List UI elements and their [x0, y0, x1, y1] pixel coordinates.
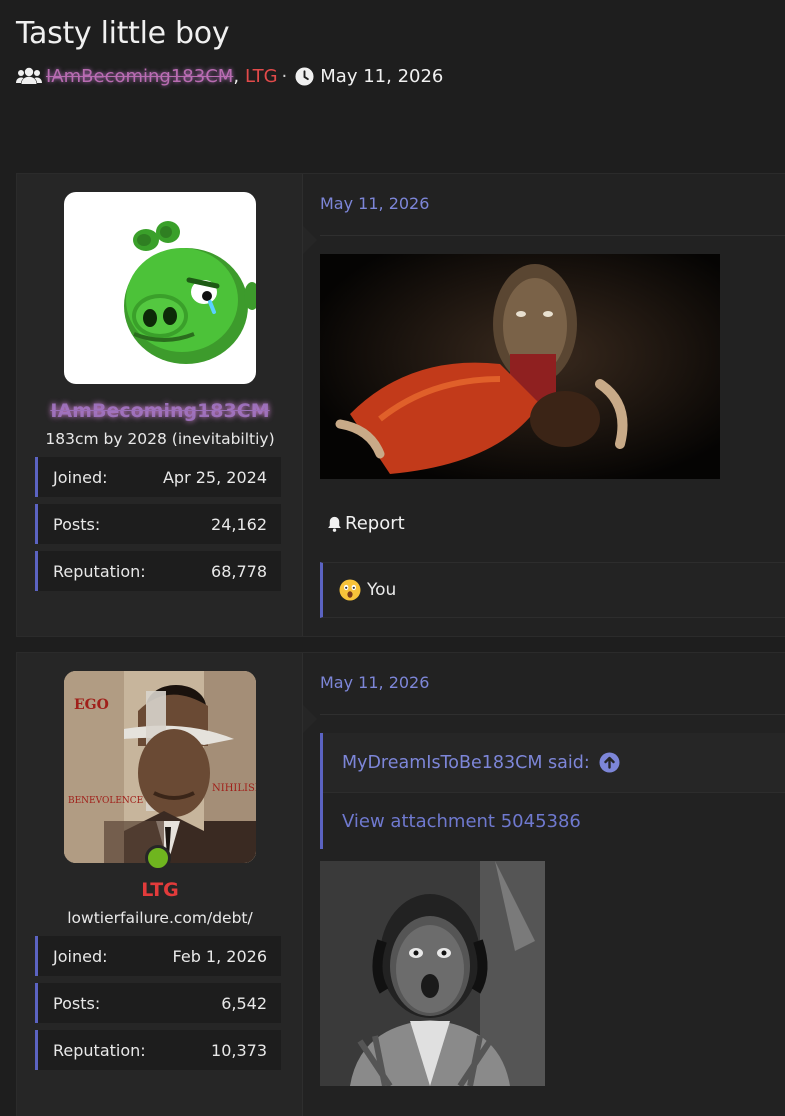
quote-block: MyDreamIsToBe183CM said: View attachment… [320, 733, 785, 849]
arrow-up-circle-icon[interactable] [599, 752, 620, 773]
avatar[interactable] [64, 192, 256, 384]
post-user-panel: EGO NIHILISM BENEVOLENCE LTG lowtierfail… [17, 653, 303, 1116]
quote-author[interactable]: MyDreamIsToBe183CM said: [342, 753, 590, 773]
bell-icon [328, 516, 341, 532]
svg-text:EGO: EGO [74, 697, 109, 713]
stat-joined: Joined: Apr 25, 2024 [35, 457, 281, 497]
stat-value[interactable]: 6,542 [221, 994, 267, 1013]
thread-author-link[interactable]: LTG [245, 66, 278, 87]
post-date-link[interactable]: May 11, 2026 [320, 673, 429, 692]
user-title: 183cm by 2028 (inevitabiltiy) [45, 430, 275, 448]
quote-body: View attachment 5045386 [323, 792, 785, 849]
online-status-indicator [145, 845, 171, 871]
stat-reputation: Reputation: 10,373 [35, 1030, 281, 1070]
svg-text:BENEVOLENCE: BENEVOLENCE [68, 796, 143, 806]
stat-value: Apr 25, 2024 [162, 467, 267, 487]
post-arrow [303, 705, 317, 733]
divider [320, 235, 785, 236]
stat-label: Reputation: [53, 1040, 146, 1060]
stat-value[interactable]: 24,162 [211, 515, 267, 534]
stat-value: 10,373 [211, 1040, 267, 1060]
stat-label: Joined: [53, 946, 108, 966]
quote-header[interactable]: MyDreamIsToBe183CM said: [323, 733, 785, 792]
thread-author-link[interactable]: IAmBecoming183CM [46, 66, 233, 87]
astonished-emoji-icon [339, 579, 361, 601]
shocked-man-image [320, 861, 545, 1086]
stat-reputation: Reputation: 68,778 [35, 551, 281, 591]
report-button[interactable]: Report [326, 513, 405, 534]
user-title: lowtierfailure.com/debt/ [67, 909, 253, 927]
stat-posts: Posts: 24,162 [35, 504, 281, 544]
divider [320, 714, 785, 715]
stat-value: Feb 1, 2026 [172, 946, 267, 966]
post-arrow [303, 226, 317, 254]
clock-icon [295, 66, 314, 86]
post-image[interactable] [320, 861, 545, 1086]
attachment-link[interactable]: View attachment 5045386 [342, 811, 581, 832]
username-link[interactable]: IAmBecoming183CM [17, 400, 303, 422]
post: EGO NIHILISM BENEVOLENCE LTG lowtierfail… [16, 652, 785, 1116]
avatar[interactable]: EGO NIHILISM BENEVOLENCE [64, 671, 256, 863]
stat-joined: Joined: Feb 1, 2026 [35, 936, 281, 976]
thread-title: Tasty little boy [16, 16, 230, 51]
thread-meta: IAmBecoming183CM, LTG · May 11, 2026 [16, 64, 443, 88]
report-label: Report [345, 513, 405, 534]
post-date-link[interactable]: May 11, 2026 [320, 194, 429, 213]
post-image[interactable] [320, 254, 720, 479]
svg-text:NIHILISM: NIHILISM [212, 783, 256, 794]
reaction-bar[interactable]: You [320, 562, 785, 618]
username-link[interactable]: LTG [17, 879, 303, 901]
post-user-panel: IAmBecoming183CM 183cm by 2028 (inevitab… [17, 174, 303, 636]
collage-portrait-avatar: EGO NIHILISM BENEVOLENCE [64, 671, 256, 863]
meta-separator: · [281, 65, 288, 87]
users-icon [16, 67, 42, 84]
stat-label: Reputation: [53, 561, 146, 581]
reaction-users: You [367, 580, 397, 600]
stat-posts: Posts: 6,542 [35, 983, 281, 1023]
stat-label: Joined: [53, 467, 108, 487]
post: IAmBecoming183CM 183cm by 2028 (inevitab… [16, 173, 785, 637]
thread-date-link[interactable]: May 11, 2026 [320, 66, 443, 87]
stat-value: 68,778 [211, 561, 267, 581]
horror-scene-image [320, 254, 720, 479]
stat-label: Posts: [53, 514, 101, 534]
stat-label: Posts: [53, 993, 101, 1013]
green-pig-avatar [124, 221, 256, 364]
